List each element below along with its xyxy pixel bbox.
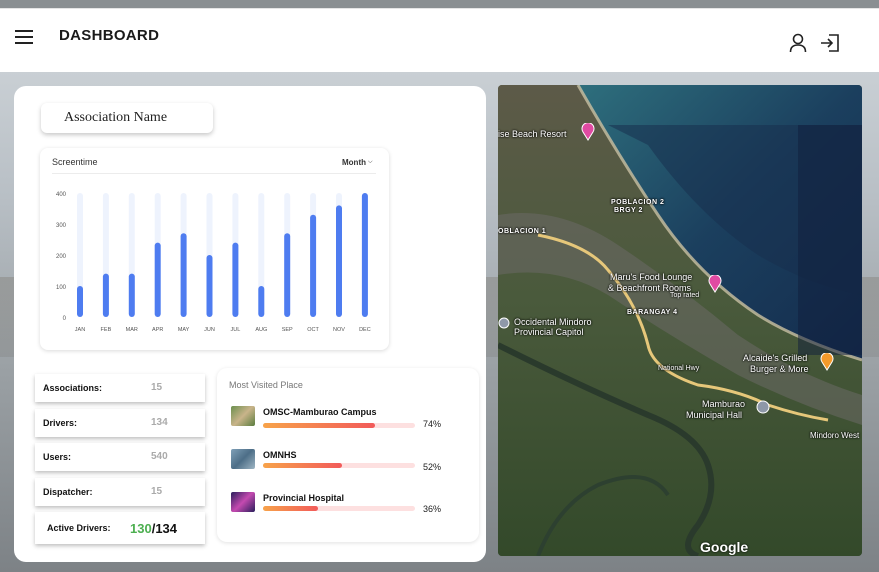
map-label: Provincial Capitol xyxy=(514,327,584,337)
stat-label: Active Drivers: xyxy=(47,523,111,533)
stat-label: Dispatcher: xyxy=(43,487,93,497)
place-progress-bar xyxy=(263,463,415,468)
place-name: OMSC-Mamburao Campus xyxy=(263,407,377,417)
place-name: Provincial Hospital xyxy=(263,493,345,503)
hamburger-menu-icon[interactable] xyxy=(15,30,33,44)
place-progress-bar xyxy=(263,506,415,511)
user-icon[interactable] xyxy=(789,33,807,53)
map-label: Alcaide's Grilled xyxy=(743,353,808,363)
y-tick-label: 0 xyxy=(63,316,67,322)
bar-jul[interactable] xyxy=(232,242,239,317)
stat-users: Users: 540 xyxy=(35,443,205,471)
place-thumbnail xyxy=(231,449,255,469)
map-label: Top rated xyxy=(670,292,700,299)
place-progress-fill xyxy=(263,506,318,511)
x-tick-label: JUL xyxy=(231,327,241,333)
stat-value: 540 xyxy=(151,451,168,462)
bar-mar[interactable] xyxy=(128,273,135,317)
map-pin-icon[interactable] xyxy=(708,275,722,293)
stat-associations: Associations: 15 xyxy=(35,374,205,402)
bar-apr[interactable] xyxy=(154,242,161,317)
municipal-hall-icon[interactable] xyxy=(756,400,770,414)
stat-active-drivers: Active Drivers: 130/134 xyxy=(35,512,205,544)
most-visited-title: Most Visited Place xyxy=(229,380,303,390)
map-label: Mamburao xyxy=(702,399,746,409)
stat-value: 15 xyxy=(151,382,163,393)
y-tick-label: 300 xyxy=(56,223,67,229)
map-label: BRGY 2 xyxy=(614,207,643,214)
x-tick-label: SEP xyxy=(282,327,293,333)
x-tick-label: OCT xyxy=(307,327,319,333)
top-bar: DASHBOARD xyxy=(0,8,879,72)
most-visited-card xyxy=(217,368,479,542)
map-label: Municipal Hall xyxy=(686,410,743,420)
map-label: BARANGAY 4 xyxy=(627,309,678,316)
stat-dispatcher: Dispatcher: 15 xyxy=(35,478,205,506)
place-progress-bar xyxy=(263,423,415,428)
active-count: 130 xyxy=(130,521,152,536)
map-label: Burger & More xyxy=(750,364,809,374)
page-title: DASHBOARD xyxy=(59,27,160,44)
bar-may[interactable] xyxy=(180,233,187,317)
x-tick-label: MAR xyxy=(126,327,138,333)
map-label: ise Beach Resort xyxy=(498,129,567,139)
satellite-map[interactable]: ise Beach Resort POBLACION 2 BRGY 2 OBLA… xyxy=(498,85,862,556)
total-count: /134 xyxy=(151,521,178,536)
map-attribution: Google xyxy=(700,539,749,555)
x-tick-label: APR xyxy=(152,327,163,333)
stat-value: 15 xyxy=(151,486,163,497)
logout-icon[interactable] xyxy=(820,33,840,53)
map-label: Occidental Mindoro xyxy=(514,317,592,327)
x-tick-label: JAN xyxy=(75,327,85,333)
capitol-icon[interactable] xyxy=(498,317,510,329)
screentime-bar-chart: 400 300 200 100 0 JAN FEB MAR APR MAY JUN JUL AUG SEP… xyxy=(56,192,371,333)
place-percent: 36% xyxy=(423,504,442,514)
map-pin-icon[interactable] xyxy=(581,123,595,141)
stat-label: Users: xyxy=(43,452,72,462)
bar-nov[interactable] xyxy=(336,205,342,317)
map-pin-icon[interactable] xyxy=(820,353,834,371)
bar-jan[interactable] xyxy=(77,286,83,317)
map-label: National Hwy xyxy=(658,365,700,372)
stat-value: 134 xyxy=(151,417,168,428)
place-progress-fill xyxy=(263,463,343,468)
y-tick-label: 200 xyxy=(56,254,67,260)
place-progress-fill xyxy=(263,423,376,428)
map-label: OBLACION 1 xyxy=(498,228,547,235)
x-tick-label: MAY xyxy=(178,327,190,333)
x-tick-label: FEB xyxy=(101,327,112,333)
map-label: POBLACION 2 xyxy=(611,199,665,206)
y-tick-label: 100 xyxy=(56,285,67,291)
x-tick-label: NOV xyxy=(333,327,345,333)
bar-dec[interactable] xyxy=(361,193,368,317)
x-tick-label: JUN xyxy=(204,327,215,333)
map-label: Maru's Food Lounge xyxy=(610,272,693,282)
bar-jun[interactable] xyxy=(206,255,213,317)
map-label: Mindoro West xyxy=(810,431,860,440)
bar-oct[interactable] xyxy=(310,214,317,317)
stat-label: Associations: xyxy=(43,383,103,393)
place-thumbnail xyxy=(231,406,255,426)
place-name: OMNHS xyxy=(263,450,297,460)
x-tick-label: DEC xyxy=(359,327,371,333)
bar-feb[interactable] xyxy=(102,273,109,317)
place-percent: 52% xyxy=(423,462,442,472)
stat-label: Drivers: xyxy=(43,418,78,428)
place-percent: 74% xyxy=(423,419,442,429)
association-name: Association Name xyxy=(41,103,213,133)
bar-aug[interactable] xyxy=(258,286,265,317)
place-thumbnail xyxy=(231,492,255,512)
y-tick-label: 400 xyxy=(56,192,67,198)
active-drivers-value: 130/134 xyxy=(130,521,177,536)
x-tick-label: AUG xyxy=(255,327,267,333)
bar-sep[interactable] xyxy=(284,233,291,317)
stat-drivers: Drivers: 134 xyxy=(35,409,205,437)
